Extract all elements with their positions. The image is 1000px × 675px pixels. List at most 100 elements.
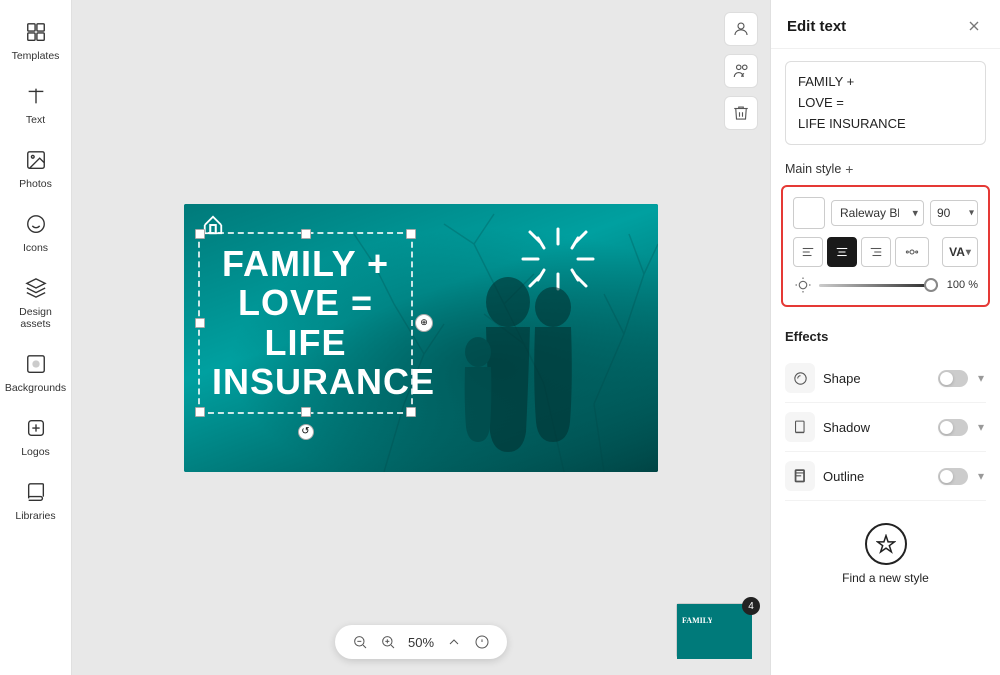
shadow-toggle-knob: [940, 421, 953, 434]
sidebar-label-templates: Templates: [12, 50, 60, 62]
delete-button[interactable]: [724, 96, 758, 130]
opacity-value: 100 %: [944, 279, 978, 291]
thumbnail-strip[interactable]: 4 FAMILY: [676, 603, 756, 663]
outline-toggle[interactable]: [938, 468, 968, 485]
find-style-icon: [865, 523, 907, 565]
canvas-area: ⊕ ↺ FAMILY +LOVE =LIFEINSURANCE 50%: [72, 0, 770, 675]
text-icon: [22, 82, 50, 110]
sidebar-item-text[interactable]: Text: [0, 72, 71, 136]
sidebar-label-libraries: Libraries: [15, 510, 55, 522]
spacing-button[interactable]: [895, 237, 929, 267]
outline-toggle-knob: [940, 470, 953, 483]
shape-effect-icon: [785, 363, 815, 393]
font-select[interactable]: Raleway Black: [831, 200, 924, 226]
logos-icon: [22, 414, 50, 442]
outline-chevron[interactable]: ▾: [976, 467, 986, 485]
text-preview-line1: FAMILY +: [798, 74, 854, 89]
thumbnail-image: FAMILY: [676, 603, 751, 658]
photos-icon: [22, 146, 50, 174]
shape-chevron[interactable]: ▾: [976, 369, 986, 387]
text-preview-line3: LIFE INSURANCE: [798, 116, 906, 131]
outline-effect-icon: [785, 461, 815, 491]
family-silhouette: [368, 252, 648, 472]
align-center-button[interactable]: [827, 237, 857, 267]
color-swatch[interactable]: [793, 197, 825, 229]
main-style-header: Main style +: [771, 157, 1000, 185]
outline-effect-name: Outline: [823, 469, 930, 484]
sidebar-item-icons[interactable]: Icons: [0, 200, 71, 264]
handle-top-left[interactable]: [195, 229, 205, 239]
opacity-slider[interactable]: [819, 284, 938, 287]
sidebar-item-logos[interactable]: Logos: [0, 404, 71, 468]
zoom-in-button[interactable]: [377, 631, 399, 653]
main-style-plus[interactable]: +: [845, 161, 853, 177]
sidebar-label-design-assets: Design assets: [4, 306, 67, 330]
zoom-value: 50%: [405, 635, 437, 650]
find-style-label: Find a new style: [842, 571, 929, 585]
opacity-row: 100 %: [793, 275, 978, 295]
align-right-button[interactable]: [861, 237, 891, 267]
effects-title: Effects: [785, 329, 986, 344]
handle-bottom-middle[interactable]: [301, 407, 311, 417]
font-row: Raleway Black: [793, 197, 978, 229]
shape-toggle-knob: [940, 372, 953, 385]
va-button[interactable]: VA ▾: [942, 237, 978, 267]
text-preview: FAMILY + LOVE = LIFE INSURANCE: [785, 61, 986, 145]
sidebar-label-text: Text: [26, 114, 45, 126]
text-preview-line2: LOVE =: [798, 95, 844, 110]
sidebar-label-photos: Photos: [19, 178, 52, 190]
sidebar-item-templates[interactable]: Templates: [0, 8, 71, 72]
shadow-toggle[interactable]: [938, 419, 968, 436]
sidebar-item-photos[interactable]: Photos: [0, 136, 71, 200]
effect-row-shadow: Shadow ▾: [785, 403, 986, 452]
opacity-thumb: [924, 278, 938, 292]
svg-text:FAMILY: FAMILY: [682, 616, 713, 625]
opacity-icon: [793, 275, 813, 295]
backgrounds-icon: [22, 350, 50, 378]
handle-top-right[interactable]: [406, 229, 416, 239]
handle-bottom-left[interactable]: [195, 407, 205, 417]
sidebar: Templates Text Photos Icons Design asset…: [0, 0, 72, 675]
zoom-up-button[interactable]: [443, 631, 465, 653]
users-button[interactable]: [724, 54, 758, 88]
font-size-wrap[interactable]: [930, 200, 978, 226]
font-size-input[interactable]: [930, 200, 978, 226]
shape-effect-name: Shape: [823, 371, 930, 386]
align-left-button[interactable]: [793, 237, 823, 267]
thumbnail-badge: 4: [742, 597, 760, 615]
shadow-effect-icon: [785, 412, 815, 442]
bottom-toolbar: 50%: [335, 625, 507, 659]
canvas-toolbar: [724, 12, 758, 130]
sidebar-item-design-assets[interactable]: Design assets: [0, 264, 71, 340]
style-box: Raleway Black: [781, 185, 990, 307]
panel-close-button[interactable]: [964, 16, 984, 36]
avatar-button[interactable]: [724, 12, 758, 46]
design-canvas: ⊕ ↺ FAMILY +LOVE =LIFEINSURANCE: [184, 204, 658, 472]
font-select-wrap[interactable]: Raleway Black: [831, 200, 924, 226]
find-style-button[interactable]: Find a new style: [771, 509, 1000, 599]
handle-middle-left[interactable]: [195, 318, 205, 328]
main-style-label: Main style: [785, 162, 841, 176]
sidebar-label-icons: Icons: [23, 242, 48, 254]
right-panel: Edit text FAMILY + LOVE = LIFE INSURANCE…: [770, 0, 1000, 675]
libraries-icon: [22, 478, 50, 506]
handle-top-middle[interactable]: [301, 229, 311, 239]
design-assets-icon: [22, 274, 50, 302]
panel-header: Edit text: [771, 0, 1000, 49]
shadow-chevron[interactable]: ▾: [976, 418, 986, 436]
zoom-out-button[interactable]: [349, 631, 371, 653]
alignment-row: VA ▾: [793, 237, 978, 267]
shadow-effect-name: Shadow: [823, 420, 930, 435]
sidebar-item-libraries[interactable]: Libraries: [0, 468, 71, 532]
effects-section: Effects Shape ▾ Shadow ▾: [771, 317, 1000, 501]
info-button[interactable]: [471, 631, 493, 653]
sidebar-item-backgrounds[interactable]: Backgrounds: [0, 340, 71, 404]
templates-icon: [22, 18, 50, 46]
shape-toggle[interactable]: [938, 370, 968, 387]
effect-row-shape: Shape ▾: [785, 354, 986, 403]
icons-icon: [22, 210, 50, 238]
handle-rotate[interactable]: ↺: [298, 424, 314, 440]
panel-title: Edit text: [787, 18, 846, 35]
sidebar-label-logos: Logos: [21, 446, 50, 458]
effect-row-outline: Outline ▾: [785, 452, 986, 501]
